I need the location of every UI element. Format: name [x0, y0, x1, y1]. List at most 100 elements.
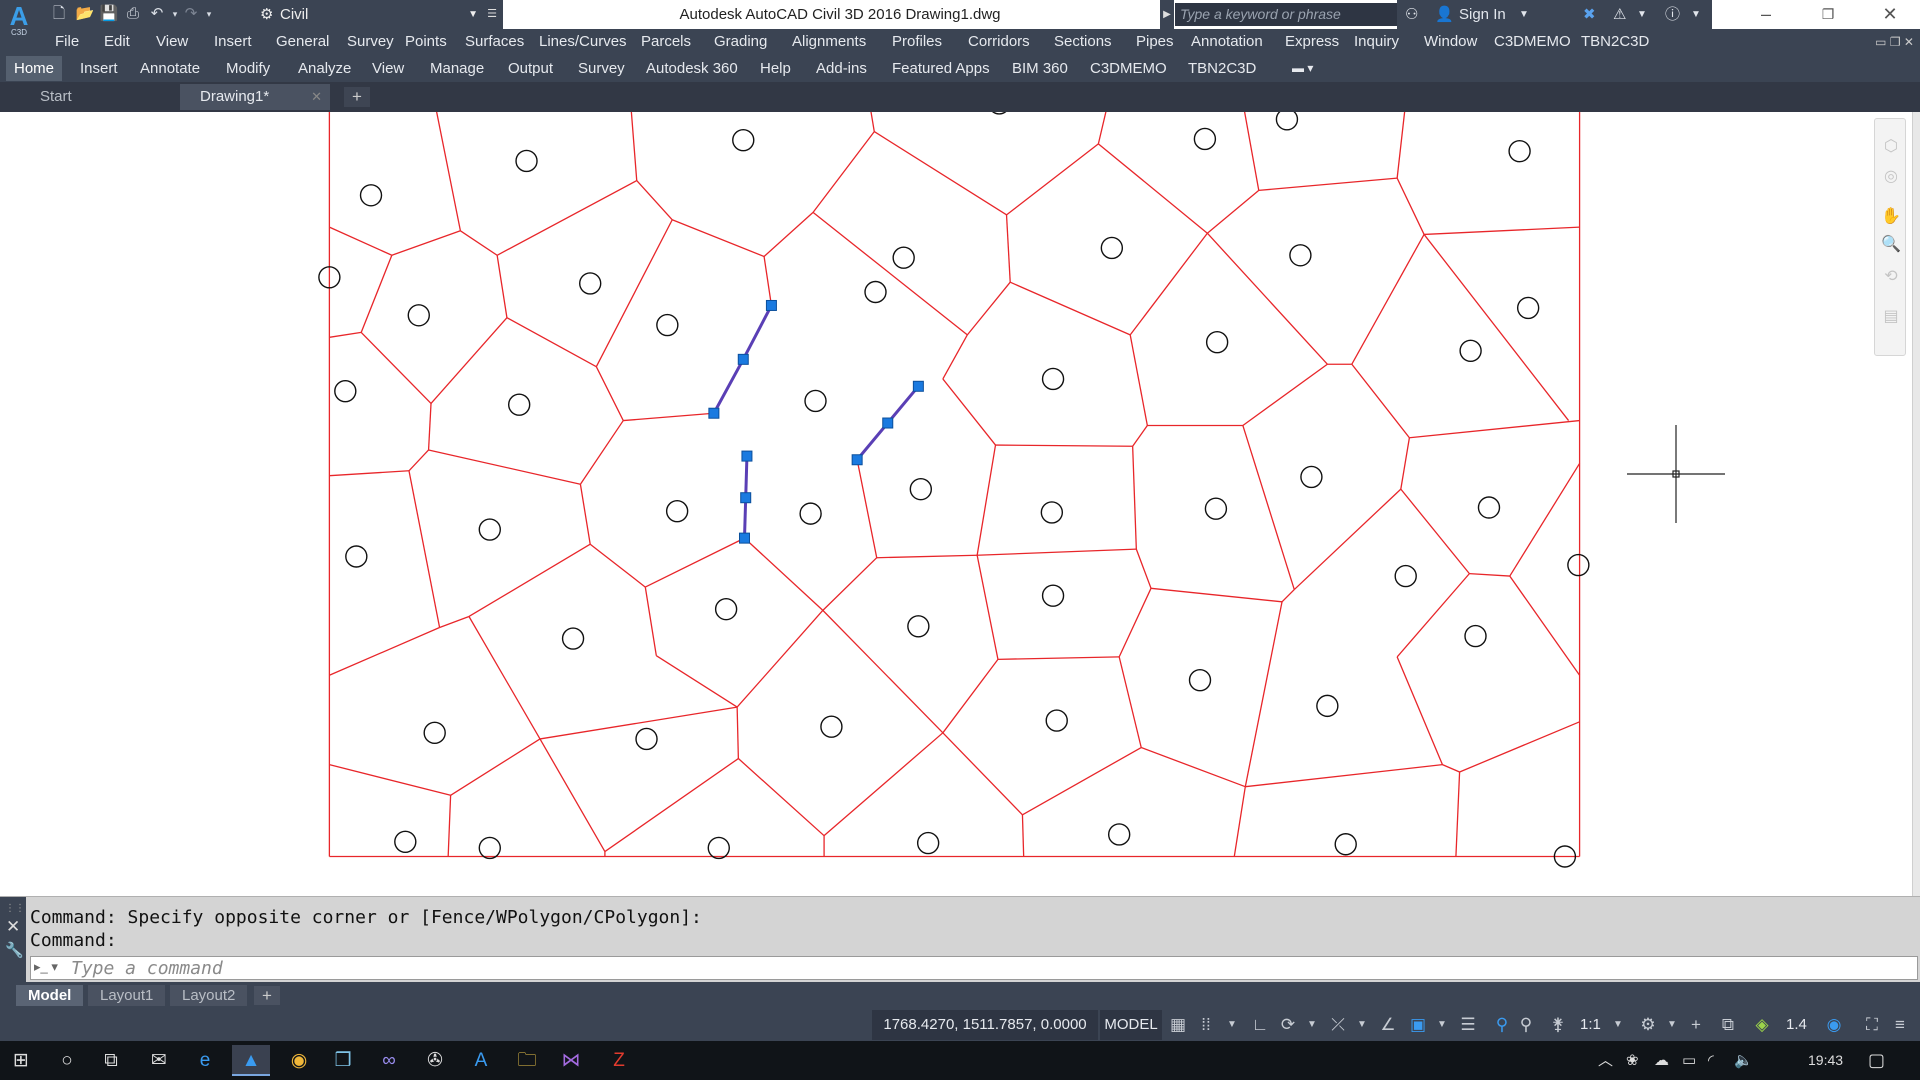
tab-analyze[interactable]: Analyze	[290, 56, 359, 81]
close-icon[interactable]: ✕	[1860, 0, 1920, 29]
voronoi-edge[interactable]	[391, 230, 461, 256]
voronoi-edge[interactable]	[744, 537, 824, 611]
voronoi-edge[interactable]	[1351, 234, 1425, 365]
voronoi-edge[interactable]	[1140, 746, 1246, 788]
point-circle[interactable]	[423, 721, 446, 745]
taskbar-clock[interactable]: 19:43	[1808, 1045, 1843, 1076]
voronoi-edge[interactable]	[856, 459, 878, 558]
edge-browser-icon[interactable]: e	[186, 1045, 224, 1076]
voronoi-edge[interactable]	[430, 317, 508, 404]
customize-quick-access-icon[interactable]: ☰	[484, 4, 500, 25]
hardware-acceleration-icon[interactable]: ◉	[1822, 1013, 1846, 1037]
menu-points[interactable]: Points	[405, 29, 447, 55]
voronoi-edge[interactable]	[1258, 177, 1398, 192]
voronoi-edge[interactable]	[822, 609, 944, 734]
scale-dropdown-icon[interactable]: ▼	[1606, 1013, 1630, 1037]
tab-insert[interactable]: Insert	[72, 56, 126, 81]
orbit-icon[interactable]: ⟲	[1881, 267, 1901, 287]
point-circle[interactable]	[1188, 668, 1212, 692]
auto-scale-icon[interactable]: ⚲	[1514, 1013, 1538, 1037]
voronoi-edge[interactable]	[1150, 587, 1283, 603]
showmotion-icon[interactable]: ▤	[1881, 307, 1901, 327]
grip-handle[interactable]	[765, 299, 777, 311]
grip-handle[interactable]	[851, 454, 863, 466]
voronoi-edge[interactable]	[942, 732, 1023, 816]
voronoi-edge[interactable]	[579, 484, 591, 545]
infinity-app-icon[interactable]: ∞	[370, 1045, 408, 1076]
voronoi-edge[interactable]	[589, 543, 646, 588]
drawing-canvas[interactable]	[0, 112, 1912, 896]
tab-survey[interactable]: Survey	[570, 56, 633, 81]
point-circle[interactable]	[1300, 465, 1323, 489]
voronoi-edge[interactable]	[869, 112, 875, 132]
point-circle[interactable]	[359, 184, 383, 207]
voronoi-edge[interactable]	[447, 795, 452, 857]
voronoi-edge[interactable]	[1244, 601, 1283, 787]
steering-wheel-icon[interactable]: ◎	[1881, 167, 1901, 187]
voronoi-edge[interactable]	[360, 255, 393, 333]
tab-c3dmemo[interactable]: C3DMEMO	[1082, 56, 1175, 81]
doc-tab-drawing1[interactable]: Drawing1* ✕	[180, 84, 330, 110]
voronoi-edge[interactable]	[460, 230, 498, 256]
voronoi-edge[interactable]	[1293, 488, 1402, 591]
menu-parcels[interactable]: Parcels	[641, 29, 691, 55]
point-circle[interactable]	[1040, 501, 1064, 524]
voronoi-edge[interactable]	[1005, 214, 1011, 283]
open-folder-icon[interactable]: 📂	[74, 4, 96, 24]
action-center-icon[interactable]: ▢	[1868, 1045, 1885, 1076]
point-circle[interactable]	[407, 304, 430, 327]
close-tab-icon[interactable]: ✕	[311, 84, 322, 110]
voronoi-edge[interactable]	[360, 331, 432, 404]
voronoi-edge[interactable]	[997, 656, 1120, 660]
layout-tab-layout2[interactable]: Layout2	[170, 985, 248, 1006]
voronoi-edge[interactable]	[1242, 363, 1328, 426]
voronoi-edge[interactable]	[763, 256, 773, 306]
task-view-icon[interactable]: ⧉	[92, 1045, 130, 1076]
grip-handle[interactable]	[737, 353, 749, 365]
voronoi-edge[interactable]	[1455, 771, 1461, 857]
tool-app-icon[interactable]: ✇	[416, 1045, 454, 1076]
voronoi-edge[interactable]	[1097, 112, 1108, 144]
voronoi-edge[interactable]	[1132, 446, 1137, 550]
a360-dropdown-icon[interactable]: ▼	[1637, 3, 1647, 26]
polar-dropdown-icon[interactable]: ▼	[1300, 1013, 1324, 1037]
point-circle[interactable]	[1041, 584, 1065, 607]
voronoi-edge[interactable]	[1009, 281, 1131, 336]
voronoi-edge[interactable]	[408, 449, 430, 472]
voronoi-edge[interactable]	[1509, 575, 1581, 676]
point-circle[interactable]	[515, 149, 538, 173]
voronoi-edge[interactable]	[736, 609, 824, 708]
voronoi-edge[interactable]	[595, 366, 624, 421]
plus-icon[interactable]: +	[1684, 1013, 1708, 1037]
windows-start-icon[interactable]: ⊞	[2, 1045, 40, 1076]
point-circle[interactable]	[864, 280, 887, 304]
isodraft-dropdown-icon[interactable]: ▼	[1350, 1013, 1374, 1037]
point-circle[interactable]	[656, 313, 679, 337]
grid-icon[interactable]: ▦	[1166, 1013, 1190, 1037]
point-circle[interactable]	[1459, 339, 1482, 362]
help-search-input[interactable]: Type a keyword or phrase	[1175, 3, 1397, 26]
menu-express[interactable]: Express	[1285, 29, 1339, 55]
voronoi-edge[interactable]	[468, 616, 541, 740]
voronoi-edge[interactable]	[1097, 143, 1208, 234]
ribbon-minimize-icon[interactable]: ▬ ▾	[1284, 56, 1321, 81]
voronoi-edge[interactable]	[1022, 746, 1142, 816]
search-expand-icon[interactable]: ▶	[1160, 0, 1174, 29]
drawing-window-controls[interactable]: ▭ ❐ ✕	[1875, 29, 1914, 55]
menu-annotation[interactable]: Annotation	[1191, 29, 1263, 55]
vertical-scrollbar[interactable]	[1912, 112, 1920, 896]
voronoi-edge[interactable]	[1129, 232, 1208, 336]
user-icon[interactable]: 👤	[1435, 3, 1454, 26]
a360-icon[interactable]: ⚠	[1613, 3, 1626, 26]
voronoi-edge[interactable]	[595, 219, 673, 367]
point-circle[interactable]	[334, 379, 357, 403]
point-circle[interactable]	[707, 836, 730, 860]
command-input-box[interactable]: ▸_ ▾	[30, 956, 1918, 980]
volume-icon[interactable]: 🔈	[1734, 1045, 1753, 1076]
point-circle[interactable]	[907, 615, 930, 638]
voronoi-edge[interactable]	[496, 179, 638, 256]
zoom-icon[interactable]: 🔍	[1881, 235, 1901, 255]
voronoi-edge[interactable]	[329, 331, 362, 338]
voronoi-edge[interactable]	[506, 317, 597, 368]
snap-icon[interactable]: ⁞⁞	[1194, 1013, 1218, 1037]
